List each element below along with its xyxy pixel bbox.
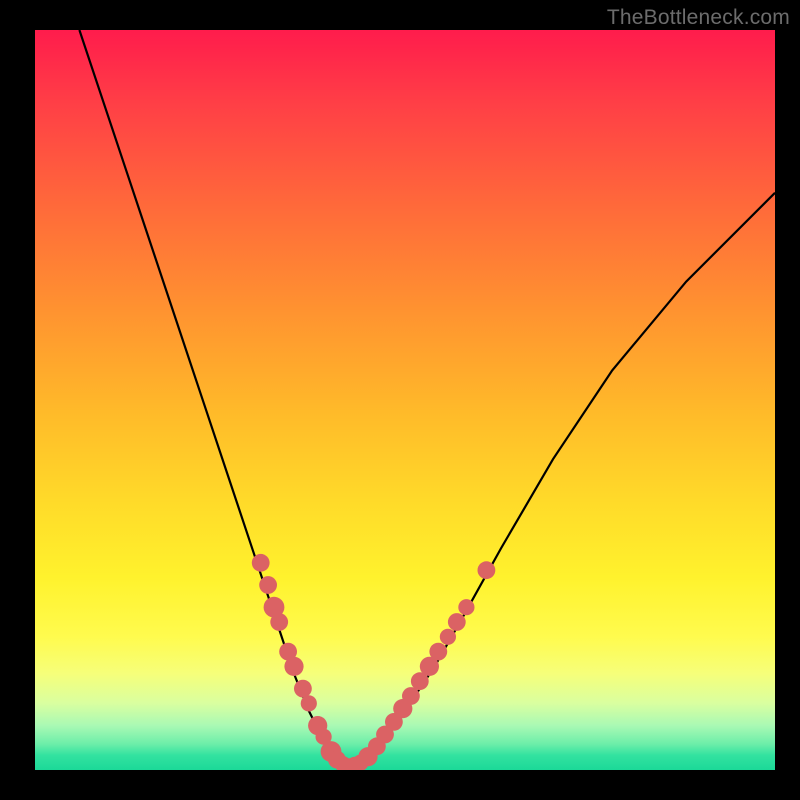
data-point — [270, 613, 288, 631]
curve-dots — [252, 554, 495, 770]
data-point — [301, 695, 317, 711]
plot-area — [35, 30, 775, 770]
data-point — [284, 657, 303, 676]
data-point — [458, 599, 474, 615]
data-point — [294, 680, 312, 698]
watermark-text: TheBottleneck.com — [607, 6, 790, 30]
chart-svg — [35, 30, 775, 770]
data-point — [448, 613, 466, 631]
data-point — [402, 687, 420, 705]
data-point — [440, 629, 456, 645]
data-point — [478, 561, 496, 579]
data-point — [252, 554, 270, 572]
bottleneck-curve — [79, 30, 775, 766]
chart-frame: TheBottleneck.com — [0, 0, 800, 800]
data-point — [259, 576, 277, 594]
data-point — [429, 643, 447, 661]
